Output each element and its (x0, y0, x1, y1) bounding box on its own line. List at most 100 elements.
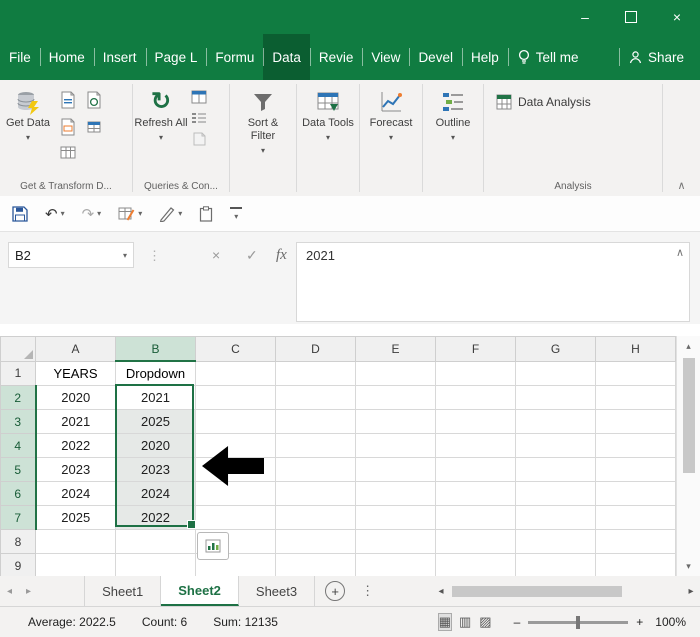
cell[interactable] (595, 553, 676, 578)
sheet-tab-sheet1[interactable]: Sheet1 (84, 576, 162, 606)
name-box[interactable]: B2 ▾ (8, 242, 134, 268)
drag-dots-icon[interactable]: ⋮ (148, 248, 161, 264)
zoom-slider-track[interactable] (528, 615, 629, 629)
minimize-button[interactable]: – (562, 0, 608, 34)
cell[interactable]: 2023 (115, 457, 196, 482)
column-header[interactable]: H (595, 336, 676, 362)
chevron-down-icon[interactable]: ▾ (97, 209, 101, 218)
sort-filter-button[interactable]: Sort & Filter ▾ (235, 84, 291, 157)
cell[interactable] (195, 385, 276, 410)
from-web-icon[interactable] (60, 118, 78, 136)
zoom-in-icon[interactable]: + (636, 615, 643, 629)
data-tools-button[interactable]: Data Tools ▾ (300, 84, 356, 144)
sheet-tab-sheet3[interactable]: Sheet3 (239, 576, 316, 606)
existing-connections-icon[interactable] (60, 145, 78, 161)
cell[interactable]: 2022 (35, 433, 116, 458)
cell[interactable] (275, 481, 356, 506)
tell-me-box[interactable]: Tell me (507, 34, 588, 80)
cell[interactable] (275, 409, 356, 434)
insert-function-button[interactable]: fx (276, 247, 287, 264)
column-header[interactable]: G (515, 336, 596, 362)
undo-button[interactable]: ↶ ▾ (45, 205, 65, 223)
add-sheet-button[interactable]: + (325, 581, 346, 601)
scroll-right-icon[interactable]: ▸ (682, 586, 700, 597)
tab-home[interactable]: Home (39, 34, 94, 80)
cell[interactable] (355, 553, 436, 578)
cell[interactable] (355, 505, 436, 530)
tab-review[interactable]: Revie (309, 34, 363, 80)
quick-analysis-button[interactable] (197, 532, 229, 560)
select-all-corner[interactable] (0, 336, 36, 362)
cell[interactable] (515, 385, 596, 410)
cell[interactable]: 2023 (35, 457, 116, 482)
row-header-selected[interactable]: 5 (0, 457, 37, 482)
get-data-button[interactable]: Get Data ▾ (0, 84, 56, 144)
tab-formulas[interactable]: Formu (206, 34, 263, 80)
cell[interactable] (195, 481, 276, 506)
zoom-level[interactable]: 100% (655, 615, 686, 629)
column-header-selected[interactable]: B (115, 336, 196, 362)
cell[interactable] (355, 529, 436, 554)
cell[interactable]: 2020 (115, 433, 196, 458)
from-text-icon[interactable] (60, 91, 78, 109)
properties-icon[interactable] (191, 112, 207, 124)
cell[interactable] (515, 433, 596, 458)
row-header-selected[interactable]: 3 (0, 409, 37, 434)
cancel-icon[interactable]: × (212, 247, 220, 263)
page-layout-view-icon[interactable]: ▥ (459, 614, 471, 630)
formula-input[interactable]: 2021 (296, 242, 690, 322)
cell[interactable]: 2025 (35, 505, 116, 530)
cell[interactable] (595, 385, 676, 410)
cell[interactable]: Dropdown (115, 360, 196, 386)
redo-button[interactable]: ↷ ▾ (82, 205, 102, 223)
cell[interactable] (275, 529, 356, 554)
cell[interactable]: 2025 (115, 409, 196, 434)
table-edit-button[interactable]: ▾ (118, 206, 142, 222)
recent-sources-icon[interactable] (86, 91, 104, 109)
scroll-left-icon[interactable]: ◂ (432, 586, 450, 597)
cell[interactable]: YEARS (35, 360, 116, 386)
cell[interactable] (275, 505, 356, 530)
touch-mode-button[interactable] (199, 205, 213, 222)
cell[interactable] (595, 360, 676, 386)
cell[interactable] (195, 360, 276, 386)
cell[interactable] (115, 553, 196, 578)
edit-links-icon[interactable] (191, 132, 207, 146)
cell[interactable] (515, 409, 596, 434)
cell[interactable] (435, 457, 516, 482)
close-button[interactable]: × (654, 0, 700, 34)
cell[interactable] (115, 529, 196, 554)
cell[interactable] (275, 457, 356, 482)
cell[interactable] (195, 505, 276, 530)
share-button[interactable]: Share (618, 34, 700, 80)
cell[interactable] (355, 360, 436, 386)
formula-bar-expand-icon[interactable]: ∧ (676, 246, 684, 259)
normal-view-icon[interactable]: ▦ (437, 613, 453, 631)
cell[interactable] (195, 409, 276, 434)
chevron-down-icon[interactable]: ▾ (61, 209, 65, 218)
cell[interactable] (355, 457, 436, 482)
save-button[interactable] (12, 205, 28, 222)
tab-data[interactable]: Data (263, 34, 310, 80)
data-analysis-button[interactable]: Data Analysis (496, 94, 591, 110)
cell[interactable] (435, 553, 516, 578)
tab-view[interactable]: View (362, 34, 409, 80)
tab-insert[interactable]: Insert (93, 34, 146, 80)
from-table-icon[interactable] (86, 118, 104, 136)
cell[interactable] (35, 553, 116, 578)
outline-button[interactable]: Outline ▾ (425, 84, 481, 144)
tab-options-dots-icon[interactable]: ⋮ (355, 576, 380, 606)
customize-qat-button[interactable]: ▾ (230, 207, 243, 221)
tab-help[interactable]: Help (461, 34, 508, 80)
cell[interactable] (515, 529, 596, 554)
cell[interactable]: 2022 (115, 505, 196, 530)
cell[interactable] (435, 385, 516, 410)
cell[interactable] (595, 529, 676, 554)
sheet-tab-sheet2[interactable]: Sheet2 (161, 576, 239, 606)
cell[interactable] (355, 433, 436, 458)
cell[interactable] (195, 433, 276, 458)
cell[interactable] (355, 385, 436, 410)
cell[interactable] (595, 433, 676, 458)
cell[interactable] (435, 481, 516, 506)
cell[interactable] (595, 409, 676, 434)
